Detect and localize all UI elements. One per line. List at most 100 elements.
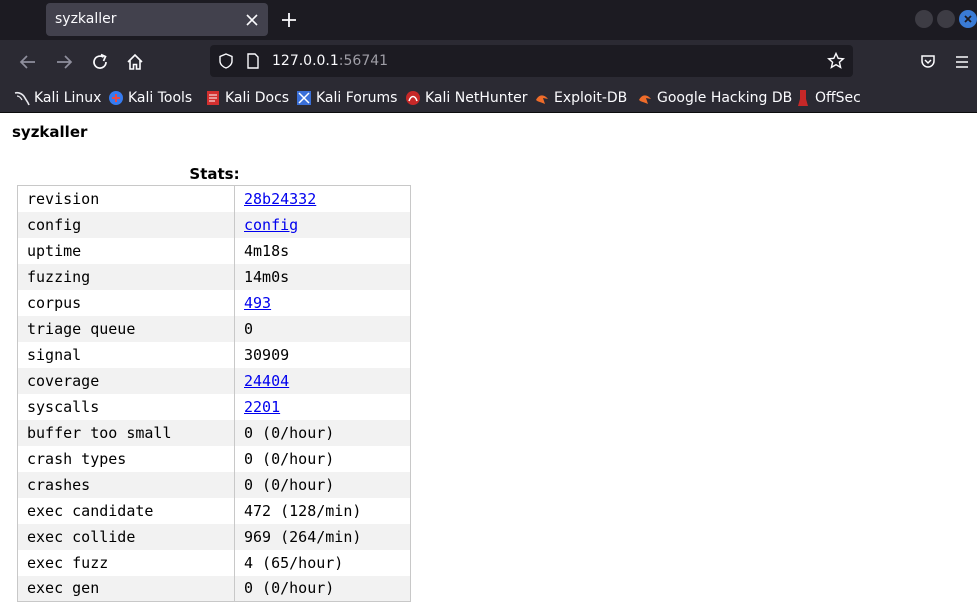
tab-title: syzkaller — [55, 11, 117, 27]
kali-forums-icon — [296, 90, 312, 106]
page-content: syzkaller Stats: revision 28b24332 config c… — [0, 113, 977, 604]
bookmark-google-hacking-db[interactable]: Google Hacking DB — [637, 88, 792, 108]
stats-row: uptime 4m18s — [17, 237, 411, 264]
kali-dragon-icon — [14, 90, 30, 106]
stats-caption: Stats: — [189, 165, 240, 183]
stat-key: revision — [17, 185, 235, 212]
stat-value-cell: config — [234, 211, 411, 238]
stat-key: exec fuzz — [17, 549, 235, 576]
bookmark-label: Exploit-DB — [554, 90, 628, 106]
stats-row: revision 28b24332 — [17, 185, 411, 212]
bookmark-label: Kali NetHunter — [425, 90, 528, 106]
page-title: syzkaller — [12, 123, 88, 141]
exploit-db-icon — [534, 90, 550, 106]
close-window-button[interactable] — [959, 10, 977, 28]
forward-arrow-icon[interactable] — [52, 50, 76, 74]
stat-value: 4m18s — [244, 241, 290, 260]
bookmark-kali-docs[interactable]: Kali Docs — [205, 88, 289, 108]
stat-value: 0 (0/hour) — [234, 471, 411, 498]
stat-key: signal — [17, 341, 235, 368]
bookmark-kali-forums[interactable]: Kali Forums — [296, 88, 397, 108]
new-tab-plus-icon[interactable] — [278, 9, 300, 31]
stat-key: crashes — [17, 471, 235, 498]
bookmark-label: Kali Linux — [34, 90, 102, 106]
bookmark-label: Kali Forums — [316, 90, 398, 106]
maximize-window-button[interactable] — [937, 10, 955, 28]
google-hacking-db-icon — [637, 90, 653, 106]
stats-row: fuzzing 14m0s — [17, 263, 411, 290]
stat-key: exec candidate — [17, 497, 235, 524]
stat-value: 14m0s — [234, 263, 411, 290]
bookmark-kali-tools[interactable]: Kali Tools — [108, 88, 192, 108]
stats-table: revision 28b24332 config config uptime 4m18s f… — [17, 185, 411, 602]
kali-docs-icon — [205, 90, 221, 106]
page-icon[interactable] — [246, 53, 260, 73]
stat-value: 4 (65/hour) — [244, 553, 344, 572]
stat-value: 0 (0/hour) — [234, 575, 411, 602]
stat-value: 0 (0/hour) — [244, 449, 335, 468]
stat-value-link[interactable]: 28b24332 — [244, 190, 316, 208]
url-port: :56741 — [338, 53, 389, 69]
stats-row: signal 30909 — [17, 341, 411, 368]
stat-value-link[interactable]: config — [244, 216, 298, 234]
kali-nethunter-icon — [405, 90, 421, 106]
kali-tools-icon — [108, 90, 124, 106]
stats-row: exec collide 969 (264/min) — [17, 523, 411, 550]
stat-key: syscalls — [17, 393, 235, 420]
stats-row: syscalls 2201 — [17, 393, 411, 420]
stats-row: exec fuzz 4 (65/hour) — [17, 549, 411, 576]
stat-key: uptime — [17, 237, 235, 264]
stat-value-link[interactable]: 24404 — [244, 372, 289, 390]
url-bar[interactable]: 127.0.0.1:56741 — [210, 45, 853, 77]
shield-icon[interactable] — [218, 53, 234, 73]
bookmark-kali-nethunter[interactable]: Kali NetHunter — [405, 88, 527, 108]
bookmark-label: Google Hacking DB — [657, 90, 793, 106]
app-menu-icon[interactable] — [950, 50, 974, 74]
stat-value-cell: 493 — [235, 290, 411, 316]
stat-key: exec gen — [17, 575, 235, 602]
bookmark-kali-linux[interactable]: Kali Linux — [14, 88, 101, 108]
bookmark-offsec[interactable]: OffSec — [795, 88, 861, 108]
bookmark-label: Kali Tools — [128, 90, 193, 106]
stats-row: coverage 24404 — [17, 367, 411, 394]
stats-row: crash types 0 (0/hour) — [17, 445, 411, 472]
stat-value-link[interactable]: 2201 — [244, 398, 280, 416]
stat-key: triage queue — [17, 315, 235, 342]
bookmarks-toolbar: Kali Linux Kali Tools Kali Docs Kali For… — [0, 83, 977, 113]
stat-key: exec collide — [17, 523, 235, 550]
stat-value-link[interactable]: 493 — [244, 294, 271, 312]
stats-row: exec gen 0 (0/hour) — [17, 575, 411, 602]
tab-bar: syzkaller — [0, 0, 977, 40]
bookmark-label: OffSec — [815, 90, 861, 106]
stats-row: corpus 493 — [17, 289, 411, 316]
stats-row: triage queue 0 — [17, 315, 411, 342]
nav-toolbar: 127.0.0.1:56741 — [0, 40, 977, 83]
minimize-window-button[interactable] — [915, 10, 933, 28]
stat-key: coverage — [17, 367, 235, 394]
stat-key: fuzzing — [17, 263, 235, 290]
offsec-icon — [795, 90, 811, 106]
reload-icon[interactable] — [88, 50, 112, 74]
stat-value-cell: 2201 — [235, 394, 411, 420]
stats-row: crashes 0 (0/hour) — [17, 471, 411, 498]
bookmark-exploit-db[interactable]: Exploit-DB — [534, 88, 627, 108]
stat-key: buffer too small — [17, 419, 235, 446]
stat-key: config — [17, 211, 235, 238]
stats-row: config config — [17, 211, 411, 238]
pocket-icon[interactable] — [916, 50, 940, 74]
stat-value: 0 — [234, 315, 411, 342]
bookmark-label: Kali Docs — [225, 90, 290, 106]
stat-value-cell: 28b24332 — [235, 186, 411, 212]
bookmark-star-icon[interactable] — [827, 51, 845, 74]
stat-value: 969 (264/min) — [234, 523, 411, 550]
url-host: 127.0.0.1 — [272, 53, 339, 69]
stat-value: 472 (128/min) — [244, 501, 362, 520]
stat-value-cell: 24404 — [234, 367, 411, 394]
stats-row: buffer too small 0 (0/hour) — [17, 419, 411, 446]
url-text[interactable]: 127.0.0.1:56741 — [272, 53, 388, 69]
back-arrow-icon[interactable] — [16, 50, 40, 74]
close-icon[interactable] — [242, 10, 262, 30]
tab-syzkaller[interactable]: syzkaller — [46, 3, 268, 36]
stat-value: 30909 — [244, 345, 290, 364]
home-icon[interactable] — [123, 50, 147, 74]
